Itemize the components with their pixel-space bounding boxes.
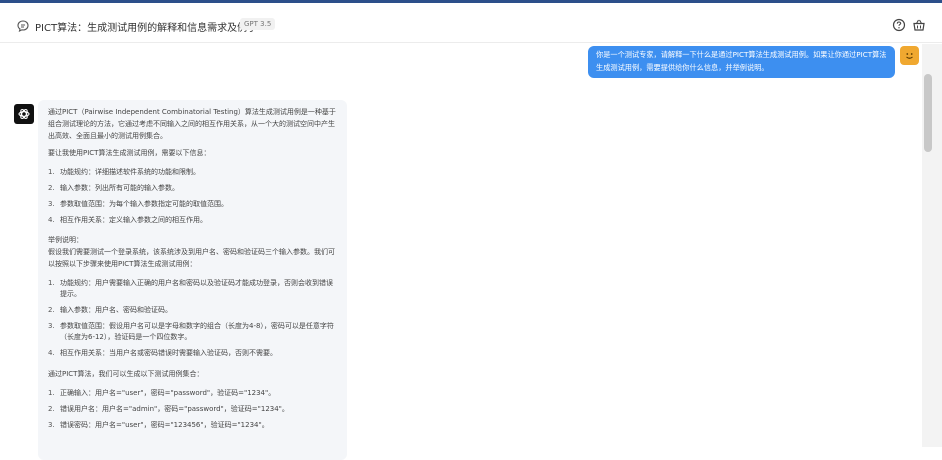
- user-message-bubble: 你是一个测试专家，请解释一下什么是通过PICT算法生成测试用例。如果让你通过PI…: [588, 46, 895, 78]
- list-item: 1. 功能规约：详细描述软件系统的功能和限制。: [48, 168, 200, 176]
- help-icon[interactable]: [892, 18, 906, 32]
- chat-header: PICT算法：生成测试用例的解释和信息需求及例子 GPT 3.5: [0, 3, 942, 43]
- example-heading: 举例说明：: [48, 236, 83, 244]
- list-item: 4. 相互作用关系：定义输入参数之间的相互作用。: [48, 216, 207, 224]
- openai-logo-icon: [18, 108, 30, 120]
- steps-list: 1. 功能规约：用户需要输入正确的用户名和密码以及验证码才能成功登录，否则会收到错…: [48, 278, 337, 359]
- list-item: 2. 输入参数：列出所有可能的输入参数。: [48, 184, 179, 192]
- list-item: 3. 错误密码：用户名="user"，密码="123456"，验证码="1234"…: [48, 421, 269, 429]
- assistant-message-bubble: 通过PICT（Pairwise Independent Combinatoria…: [38, 100, 347, 460]
- conversation-title: PICT算法：生成测试用例的解释和信息需求及例子: [35, 23, 258, 34]
- list-item: 2. 错误用户名：用户名="admin"，密码="password"，验证码="1…: [48, 405, 289, 413]
- list-item: 2. 输入参数：用户名、密码和验证码。: [48, 306, 172, 314]
- smiley-icon: [906, 53, 913, 59]
- result-heading: 通过PICT算法，我们可以生成以下测试用例集合：: [48, 370, 204, 378]
- model-badge: GPT 3.5: [240, 18, 276, 30]
- list-item: 3. 参数取值范围：为每个输入参数指定可能的取值范围。: [48, 200, 228, 208]
- basket-icon[interactable]: [912, 18, 926, 32]
- list-item: 4. 相互作用关系：当用户名或密码错误时需要输入验证码，否则不需要。: [48, 349, 277, 357]
- cases-list: 1. 正确输入：用户名="user"，密码="password"，验证码="123…: [48, 388, 337, 431]
- need-list: 1. 功能规约：详细描述软件系统的功能和限制。 2. 输入参数：列出所有可能的输入参…: [48, 167, 337, 226]
- user-message-text: 你是一个测试专家，请解释一下什么是通过PICT算法生成测试用例。如果让你通过PI…: [596, 50, 887, 72]
- user-avatar: [900, 46, 919, 65]
- list-item: 3. 参数取值范围：假设用户名可以是字母和数字的组合（长度为4-8），密码可以是任…: [48, 322, 334, 341]
- scrollbar-thumb[interactable]: [924, 74, 932, 152]
- chat-bubble-icon: [17, 20, 29, 32]
- list-item: 1. 功能规约：用户需要输入正确的用户名和密码以及验证码才能成功登录，否则会收到错…: [48, 279, 333, 298]
- example-intro: 假设我们需要测试一个登录系统，该系统涉及到用户名、密码和验证码三个输入参数。我们…: [48, 248, 335, 268]
- assistant-avatar: [14, 104, 34, 124]
- list-item: 1. 正确输入：用户名="user"，密码="password"，验证码="123…: [48, 389, 276, 397]
- intro-paragraph: 通过PICT（Pairwise Independent Combinatoria…: [48, 108, 336, 140]
- need-heading: 要让我使用PICT算法生成测试用例，需要以下信息：: [48, 149, 211, 157]
